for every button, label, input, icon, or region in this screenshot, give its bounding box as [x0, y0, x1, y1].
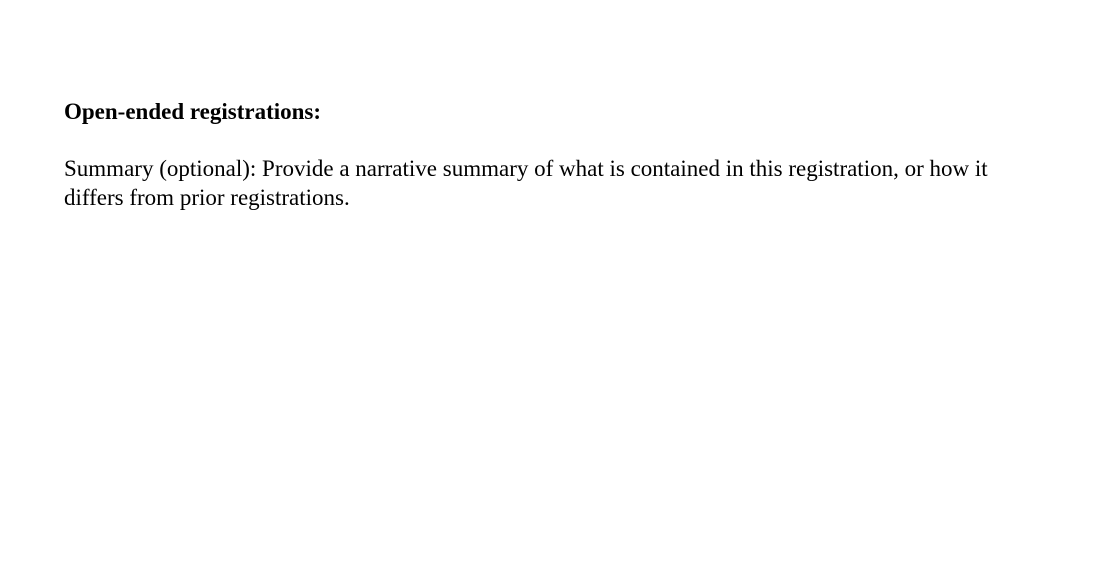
summary-paragraph: Summary (optional): Provide a narrative … [64, 156, 988, 210]
document-page: Open-ended registrations: Summary (optio… [64, 98, 1024, 212]
section-heading: Open-ended registrations: [64, 99, 322, 124]
